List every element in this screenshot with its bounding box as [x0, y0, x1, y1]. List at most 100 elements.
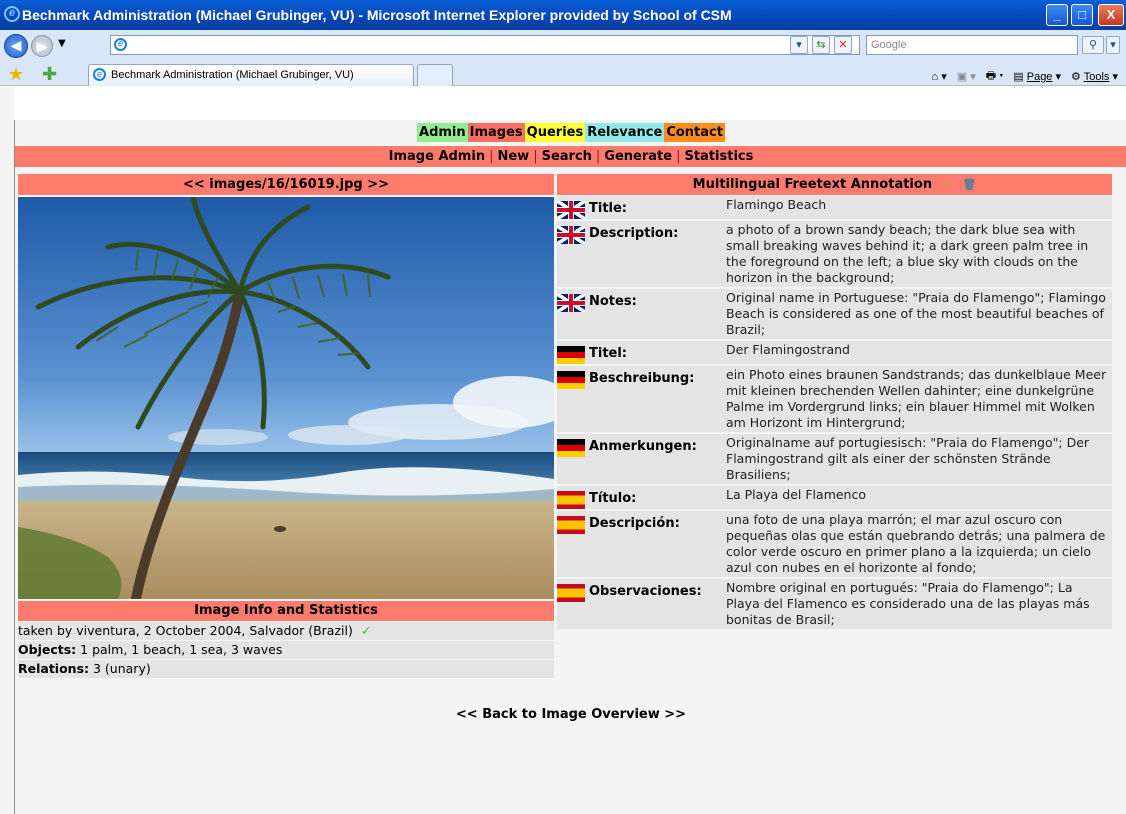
- annotation-label-cell: Notes:: [557, 289, 726, 339]
- german-flag-icon: [557, 346, 585, 364]
- edit-icon[interactable]: ✎: [945, 178, 954, 191]
- menu-images[interactable]: Images: [467, 123, 525, 142]
- search-input[interactable]: Google: [866, 35, 1078, 55]
- image-path-header[interactable]: << images/16/16019.jpg >>: [18, 174, 554, 195]
- annotation-label-cell: Description:: [557, 221, 726, 287]
- annotation-label: Descripción:: [589, 516, 680, 531]
- annotation-label: Observaciones:: [589, 584, 702, 599]
- sub-menu: Image Admin | New | Search | Generate | Statisti…: [15, 146, 1126, 167]
- back-button[interactable]: ◀: [4, 34, 28, 58]
- submenu-generate[interactable]: Generate: [604, 149, 672, 164]
- annotation-label-cell: Beschreibung:: [557, 366, 726, 432]
- page-content: Admin Images Queries Relevance Contact Image…: [14, 120, 1126, 814]
- annotation-row: Title: Flamingo Beach: [557, 196, 1112, 219]
- back-to-overview-link[interactable]: << Back to Image Overview >>: [15, 707, 1126, 722]
- tools-menu[interactable]: ⚙ Tools ▾: [1071, 70, 1118, 83]
- page-menu[interactable]: ▤ Page ▾: [1013, 70, 1061, 83]
- menu-contact[interactable]: Contact: [664, 123, 725, 142]
- tab-title: Bechmark Administration (Michael Grubing…: [111, 69, 354, 81]
- info-objects-row: Objects: 1 palm, 1 beach, 1 sea, 3 waves: [18, 641, 554, 659]
- annotation-label: Description:: [589, 226, 679, 241]
- annotation-row: Titel: Der Flamingostrand: [557, 341, 1112, 364]
- page-icon: e: [114, 38, 127, 51]
- annotation-value: Original name in Portuguese: "Praia do F…: [726, 290, 1106, 337]
- home-icon[interactable]: ⌂ ▾: [932, 70, 947, 83]
- separator: |: [533, 149, 538, 164]
- annotation-label: Anmerkungen:: [589, 439, 697, 454]
- maximize-button[interactable]: □: [1071, 4, 1093, 26]
- annotation-table: Title: Flamingo Beach Description: a photo …: [557, 196, 1112, 631]
- annotation-value: Nombre original en portugués: "Praia do …: [726, 580, 1090, 627]
- annotation-row: Notes: Original name in Portuguese: "Prai…: [557, 289, 1112, 339]
- command-bar: ⌂ ▾ ▣ ▾ 🖶 ▾ ▤ Page ▾ ⚙ Tools ▾: [932, 67, 1118, 86]
- annotation-label-cell: Anmerkungen:: [557, 434, 726, 484]
- menu-queries[interactable]: Queries: [524, 123, 586, 142]
- search-options-icon[interactable]: ▾: [1106, 36, 1120, 54]
- submenu-statistics[interactable]: Statistics: [684, 149, 753, 164]
- search-icon[interactable]: ⚲: [1082, 36, 1104, 54]
- window-title: Bechmark Administration (Michael Grubing…: [22, 7, 732, 23]
- annotation-value: La Playa del Flamenco: [726, 487, 867, 502]
- annotation-value: Flamingo Beach: [726, 197, 827, 212]
- annotation-label: Título:: [589, 491, 637, 506]
- add-favorites-icon[interactable]: ✚: [42, 64, 57, 85]
- submenu-search[interactable]: Search: [542, 149, 592, 164]
- submenu-image-admin[interactable]: Image Admin: [389, 149, 485, 164]
- tab-ie-icon: e: [93, 68, 106, 81]
- browser-toolbar: ◀ ▶ ▼ e ▾ ⇆ ✕ Google ⚲ ▾ ★ ✚ e Bechmark …: [0, 30, 1126, 86]
- german-flag-icon: [557, 371, 585, 389]
- info-relations-row: Relations: 3 (unary): [18, 660, 554, 678]
- annotation-label: Notes:: [589, 294, 637, 309]
- annotation-row: Descripción: una foto de una playa marrón…: [557, 511, 1112, 577]
- submenu-new[interactable]: New: [497, 149, 529, 164]
- separator: |: [676, 149, 681, 164]
- feeds-icon[interactable]: ▣ ▾: [957, 70, 976, 83]
- annotation-row: Beschreibung: ein Photo eines braunen San…: [557, 366, 1112, 432]
- annotation-row: Description: a photo of a brown sandy bea…: [557, 221, 1112, 287]
- uk-flag-icon: [557, 226, 585, 244]
- checkmark-icon: ✓: [360, 623, 372, 638]
- favorites-star-icon[interactable]: ★: [8, 64, 24, 85]
- annotation-label: Beschreibung:: [589, 371, 695, 386]
- annotation-label-cell: Titel:: [557, 341, 726, 364]
- beach-photo: [18, 197, 554, 599]
- spanish-flag-icon: [557, 516, 585, 534]
- window-titlebar: e Bechmark Administration (Michael Grubi…: [0, 0, 1126, 30]
- annotation-value: ein Photo eines braunen Sandstrands; das…: [726, 367, 1107, 430]
- annotation-value: Der Flamingostrand: [726, 342, 850, 357]
- annotation-label-cell: Observaciones:: [557, 579, 726, 629]
- annotation-label-cell: Descripción:: [557, 511, 726, 577]
- annotation-value: Originalname auf portugiesisch: "Praia d…: [726, 435, 1090, 482]
- address-bar[interactable]: e: [110, 35, 860, 55]
- menu-relevance[interactable]: Relevance: [585, 123, 665, 142]
- tab-row: ★ ✚ e Bechmark Administration (Michael G…: [0, 61, 1126, 86]
- forward-button[interactable]: ▶: [31, 35, 53, 57]
- delete-icon[interactable]: 🗑: [962, 178, 976, 191]
- annotation-row: Título: La Playa del Flamenco: [557, 486, 1112, 509]
- annotation-label: Title:: [589, 201, 628, 216]
- ie-logo-icon: e: [4, 6, 20, 22]
- separator: |: [489, 149, 494, 164]
- left-margin: [0, 87, 14, 814]
- spanish-flag-icon: [557, 584, 585, 602]
- minimize-button[interactable]: _: [1046, 4, 1068, 26]
- main-menu: Admin Images Queries Relevance Contact: [15, 123, 1126, 142]
- spanish-flag-icon: [557, 491, 585, 509]
- annotation-label-cell: Título:: [557, 486, 726, 509]
- uk-flag-icon: [557, 294, 585, 312]
- info-header: Image Info and Statistics: [18, 601, 554, 621]
- stop-icon[interactable]: ✕: [834, 36, 852, 54]
- close-button[interactable]: X: [1098, 4, 1124, 26]
- info-taken: taken by viventura, 2 October 2004, Salv…: [18, 623, 353, 638]
- relations-value: 3 (unary): [93, 661, 151, 676]
- history-dropdown-icon[interactable]: ▼: [58, 38, 66, 49]
- print-icon[interactable]: 🖶 ▾: [986, 67, 1004, 86]
- tab-active[interactable]: e Bechmark Administration (Michael Grubi…: [88, 64, 414, 86]
- annotation-header: Multilingual Freetext Annotation ✎ 🗑: [557, 174, 1112, 195]
- new-tab-button[interactable]: [417, 64, 453, 86]
- german-flag-icon: [557, 439, 585, 457]
- menu-admin[interactable]: Admin: [417, 123, 468, 142]
- address-dropdown-icon[interactable]: ▾: [790, 36, 808, 54]
- objects-label: Objects:: [18, 642, 77, 657]
- refresh-icon[interactable]: ⇆: [812, 36, 830, 54]
